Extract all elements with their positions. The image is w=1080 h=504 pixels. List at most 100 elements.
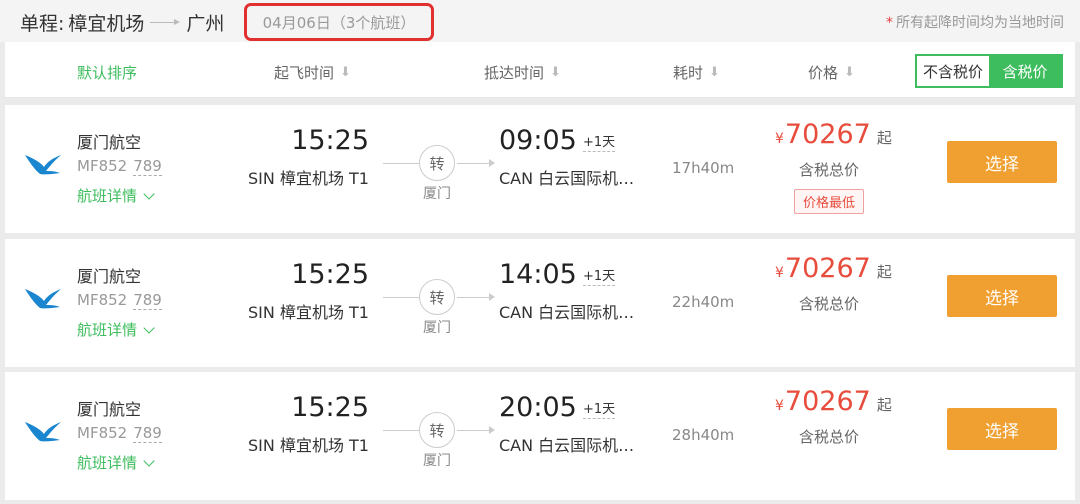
- price-amount: 70267: [784, 386, 871, 417]
- timezone-note-text: 所有起降时间均为当地时间: [896, 15, 1064, 31]
- select-flight-button[interactable]: 选择: [947, 275, 1057, 317]
- price-note: 含税总价: [799, 161, 860, 179]
- date-flight-count: 04月06日（3个航班）: [262, 13, 416, 32]
- departure-airport: SIN 樟宜机场 T1: [248, 169, 369, 188]
- lowest-price-badge: 价格最低: [794, 189, 865, 214]
- flight-details-link[interactable]: 航班详情: [77, 452, 155, 473]
- aircraft-type[interactable]: 789: [133, 291, 162, 310]
- flight-duration: 28h40m: [672, 426, 735, 444]
- airline-name: 厦门航空: [77, 400, 142, 419]
- price-amount: 70267: [784, 119, 871, 150]
- flight-details-label: 航班详情: [77, 454, 138, 472]
- sort-price[interactable]: 价格 ⬇: [808, 62, 855, 83]
- sort-default[interactable]: 默认排序: [77, 62, 137, 83]
- transfer-city: 厦门: [423, 320, 451, 336]
- airline-name: 厦门航空: [77, 133, 142, 152]
- xiamen-airlines-egret-icon: [25, 289, 61, 309]
- tax-price-toggle: 不含税价 含税价: [915, 54, 1063, 88]
- route-arrowhead-icon: [489, 426, 495, 434]
- arrival-airport: CAN 白云国际机…: [499, 303, 635, 322]
- destination-city: 广州: [186, 12, 225, 35]
- arrival-airport: CAN 白云国际机…: [499, 169, 635, 188]
- transfer-city: 厦门: [423, 453, 451, 469]
- sort-duration[interactable]: 耗时 ⬇: [673, 62, 720, 83]
- price-from-label: 起: [876, 396, 892, 414]
- select-flight-button[interactable]: 选择: [947, 141, 1057, 183]
- price-note: 含税总价: [799, 295, 860, 313]
- flight-number-text: MF852: [77, 424, 128, 442]
- flight-duration: 22h40m: [672, 293, 735, 311]
- flight-details-link[interactable]: 航班详情: [77, 319, 155, 340]
- flight-number: MF852 789: [77, 291, 162, 310]
- flight-number: MF852 789: [77, 424, 162, 443]
- flight-card: 厦门航空 MF852 789 航班详情 15:25 SIN 樟宜机场 T1 转 厦…: [5, 105, 1075, 233]
- flight-card: 厦门航空 MF852 789 航班详情 15:25 SIN 樟宜机场 T1 转 厦…: [5, 372, 1075, 500]
- route-line-right: [457, 430, 493, 431]
- flight-number: MF852 789: [77, 157, 162, 176]
- down-arrow-icon: ⬇: [340, 65, 351, 80]
- origin-city: 樟宜机场: [68, 12, 145, 35]
- down-arrow-icon: ⬇: [844, 65, 855, 80]
- price-from-label: 起: [876, 263, 892, 281]
- search-summary-bar: 单程: 樟宜机场 广州 04月06日（3个航班） * 所有起降时间均为当地时间: [0, 0, 1080, 42]
- route-arrowhead-icon: [489, 293, 495, 301]
- chevron-down-icon: [143, 322, 155, 334]
- down-arrow-icon: ⬇: [550, 65, 561, 80]
- flight-details-label: 航班详情: [77, 187, 138, 205]
- note-star: *: [886, 15, 893, 31]
- route-line-right: [457, 163, 493, 164]
- price-note: 含税总价: [799, 428, 860, 446]
- aircraft-type[interactable]: 789: [133, 157, 162, 176]
- xiamen-airlines-egret-icon: [25, 155, 61, 175]
- departure-airport: SIN 樟宜机场 T1: [248, 303, 369, 322]
- chevron-down-icon: [143, 188, 155, 200]
- flight-duration: 17h40m: [672, 159, 735, 177]
- flight-card: 厦门航空 MF852 789 航班详情 15:25 SIN 樟宜机场 T1 转 厦…: [5, 239, 1075, 367]
- flight-number-text: MF852: [77, 291, 128, 309]
- timezone-note: * 所有起降时间均为当地时间: [886, 12, 1064, 32]
- departure-time: 15:25: [291, 259, 369, 290]
- price-from-label: 起: [876, 129, 892, 147]
- arrival-airport: CAN 白云国际机…: [499, 436, 635, 455]
- sort-arrival-label: 抵达时间: [484, 64, 545, 82]
- sort-price-label: 价格: [808, 64, 839, 82]
- date-flight-count-highlight: 04月06日（3个航班）: [244, 3, 434, 41]
- route-line-right: [457, 297, 493, 298]
- currency-symbol: ¥: [775, 265, 784, 281]
- next-day-indicator[interactable]: +1天: [583, 131, 616, 152]
- tax-excluded-option[interactable]: 不含税价: [917, 56, 989, 86]
- xiamen-airlines-egret-icon: [25, 422, 61, 442]
- aircraft-type[interactable]: 789: [133, 424, 162, 443]
- route-arrowhead-icon: [489, 159, 495, 167]
- transfer-badge: 转: [419, 412, 455, 448]
- sort-departure[interactable]: 起飞时间 ⬇: [274, 62, 351, 83]
- flight-number-text: MF852: [77, 157, 128, 175]
- down-arrow-icon: ⬇: [709, 65, 720, 80]
- route-line-left: [383, 430, 419, 431]
- tax-included-option[interactable]: 含税价: [989, 56, 1061, 86]
- sort-arrival[interactable]: 抵达时间 ⬇: [484, 62, 561, 83]
- price: ¥70267 起: [775, 253, 892, 284]
- route-line-left: [383, 163, 419, 164]
- currency-symbol: ¥: [775, 131, 784, 147]
- route-line-left: [383, 297, 419, 298]
- transfer-badge: 转: [419, 145, 455, 181]
- arrival-time: 20:05: [499, 392, 577, 423]
- select-flight-button[interactable]: 选择: [947, 408, 1057, 450]
- transfer-badge: 转: [419, 279, 455, 315]
- departure-time: 15:25: [291, 125, 369, 156]
- chevron-down-icon: [143, 455, 155, 467]
- flight-details-link[interactable]: 航班详情: [77, 185, 155, 206]
- price-amount: 70267: [784, 253, 871, 284]
- airline-name: 厦门航空: [77, 267, 142, 286]
- flight-details-label: 航班详情: [77, 321, 138, 339]
- sort-departure-label: 起飞时间: [274, 64, 335, 82]
- next-day-indicator[interactable]: +1天: [583, 265, 616, 286]
- route-summary: 单程: 樟宜机场 广州: [20, 8, 224, 36]
- sort-bar: 默认排序 起飞时间 ⬇ 抵达时间 ⬇ 耗时 ⬇ 价格 ⬇ 不含税价 含税价: [5, 42, 1075, 98]
- route-arrow-icon: [150, 17, 181, 27]
- departure-time: 15:25: [291, 392, 369, 423]
- next-day-indicator[interactable]: +1天: [583, 398, 616, 419]
- trip-type-label: 单程:: [20, 12, 65, 35]
- sort-default-label: 默认排序: [77, 64, 138, 82]
